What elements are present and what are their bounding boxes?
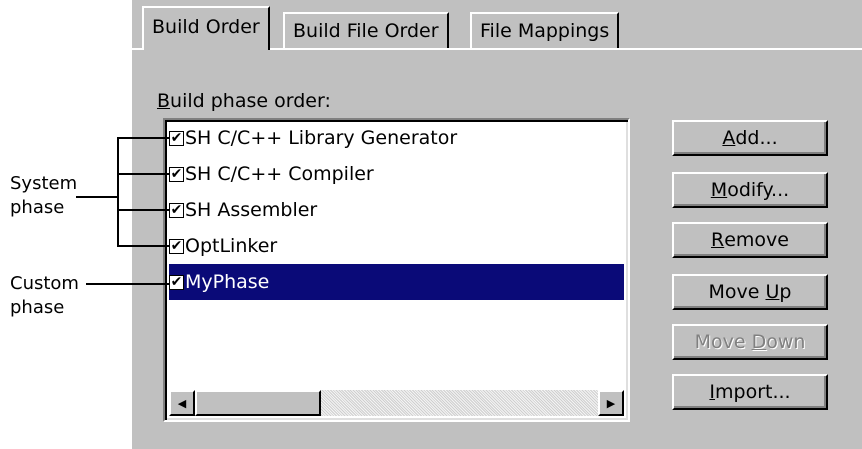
label-rest: uild phase order: xyxy=(170,90,331,112)
bracket-tick xyxy=(117,245,169,247)
move-down-rest: own xyxy=(766,331,806,353)
modify-button[interactable]: Modify... xyxy=(672,172,828,208)
checkbox-checked-icon[interactable]: ✔ xyxy=(169,130,184,146)
phase-label: SH C/C++ Compiler xyxy=(185,163,374,185)
system-phase-annotation: System phase xyxy=(10,172,77,220)
move-down-mnemonic: D xyxy=(751,331,767,353)
add-mnemonic: A xyxy=(722,127,736,149)
scrollbar-thumb[interactable] xyxy=(195,390,321,416)
annotation-line-1: Custom xyxy=(10,273,79,294)
list-item[interactable]: ✔ SH C/C++ Compiler xyxy=(169,156,624,192)
checkbox-checked-icon[interactable]: ✔ xyxy=(169,274,184,290)
list-item[interactable]: ✔ SH C/C++ Library Generator xyxy=(169,120,624,156)
remove-button[interactable]: Remove xyxy=(672,222,828,258)
add-button[interactable]: Add... xyxy=(672,120,828,156)
custom-phase-annotation: Custom phase xyxy=(10,272,79,320)
import-rest: mport... xyxy=(715,381,791,403)
move-up-button[interactable]: Move Up xyxy=(672,274,828,310)
bracket-tick xyxy=(117,209,169,211)
move-down-button: Move Down xyxy=(672,324,828,360)
tab-build-file-order[interactable]: Build File Order xyxy=(283,12,449,48)
list-item-selected[interactable]: ✔ MyPhase xyxy=(169,264,624,300)
list-item[interactable]: ✔ SH Assembler xyxy=(169,192,624,228)
bracket-tick xyxy=(117,137,169,139)
phase-label: SH Assembler xyxy=(185,199,318,221)
scroll-left-icon[interactable]: ◀ xyxy=(169,390,195,416)
modify-rest: odify... xyxy=(727,179,790,201)
scroll-right-icon[interactable]: ▶ xyxy=(598,390,624,416)
remove-rest: emove xyxy=(724,229,789,251)
list-item[interactable]: ✔ OptLinker xyxy=(169,228,624,264)
modify-mnemonic: M xyxy=(710,179,728,201)
horizontal-scrollbar[interactable]: ◀ ▶ xyxy=(169,390,624,416)
annotation-line-1: System xyxy=(10,173,78,194)
annotation-line-2: phase xyxy=(10,197,65,218)
checkbox-checked-icon[interactable]: ✔ xyxy=(169,238,184,254)
callout-line xyxy=(76,196,119,198)
bracket-tick xyxy=(117,173,169,175)
import-button[interactable]: Import... xyxy=(672,374,828,410)
checkbox-checked-icon[interactable]: ✔ xyxy=(169,202,184,218)
move-down-pre: Move xyxy=(694,331,752,353)
checkbox-checked-icon[interactable]: ✔ xyxy=(169,166,184,182)
move-up-pre: Move xyxy=(708,281,766,303)
move-up-mnemonic: U xyxy=(765,281,780,303)
bracket-line xyxy=(117,137,119,247)
build-phase-order-label: Build phase order: xyxy=(157,90,331,112)
tab-build-order[interactable]: Build Order xyxy=(142,6,270,50)
annotation-line-2: phase xyxy=(10,297,65,318)
phase-label: MyPhase xyxy=(185,271,270,293)
build-phase-list[interactable]: ✔ SH C/C++ Library Generator ✔ SH C/C++ … xyxy=(163,118,630,422)
phase-label: SH C/C++ Library Generator xyxy=(185,127,458,149)
label-mnemonic: B xyxy=(157,90,171,112)
phase-label: OptLinker xyxy=(185,235,278,257)
remove-mnemonic: R xyxy=(711,229,725,251)
move-up-rest: p xyxy=(779,281,792,303)
callout-line xyxy=(86,283,169,285)
tab-file-mappings[interactable]: File Mappings xyxy=(470,12,620,48)
add-rest: dd... xyxy=(735,127,778,149)
